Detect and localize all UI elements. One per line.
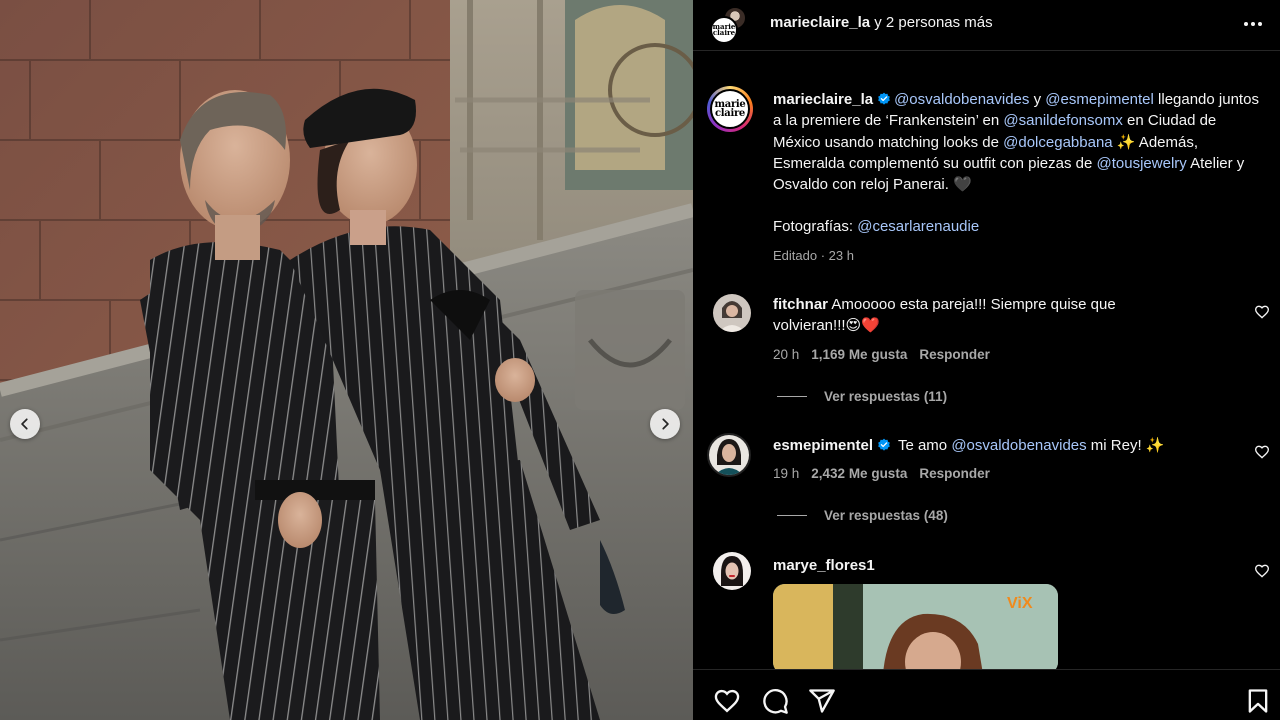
view-replies-button[interactable]: Ver respuestas (11): [777, 389, 947, 404]
chevron-left-icon: [21, 418, 28, 430]
esmepimentel-avatar-image: [709, 435, 749, 475]
comment-username[interactable]: fitchnar: [773, 296, 828, 313]
carousel-prev-button[interactable]: [10, 409, 40, 439]
mention-sanildefonsomx[interactable]: @sanildefonsomx: [1003, 112, 1122, 129]
comment-body: fitchnar Amooooo esta pareja!!! Siempre …: [773, 294, 1183, 336]
comment-meta: 19 h 2,432 Me gusta Responder: [773, 466, 990, 481]
comment-username[interactable]: marye_flores1: [773, 557, 875, 574]
mention-esmepimentel[interactable]: @esmepimentel: [1045, 91, 1154, 108]
comment-gif[interactable]: ViX: [773, 584, 1058, 669]
avatar[interactable]: [707, 433, 751, 477]
marieclaire-logo: marie claire: [715, 100, 746, 119]
comment-likes[interactable]: 1,169 Me gusta: [811, 347, 907, 362]
gif-badge: ViX: [1007, 595, 1033, 612]
gif-image: ViX: [773, 584, 1058, 669]
replies-line: [777, 396, 807, 397]
logo-text-line2: claire: [712, 28, 736, 37]
carousel-next-button[interactable]: [650, 409, 680, 439]
instagram-post-modal: marie claire marieclaire_la y 2 personas…: [0, 0, 1280, 720]
mention-osvaldobenavides[interactable]: @osvaldobenavides: [894, 91, 1029, 108]
header-username[interactable]: marieclaire_la: [770, 14, 870, 31]
post-caption: marieclaire_la @osvaldobenavides y @esmep…: [773, 89, 1263, 238]
comment-heart-icon[interactable]: [1254, 304, 1270, 320]
marieclaire-logo: marie claire: [712, 23, 736, 37]
verified-badge-icon: [878, 438, 890, 451]
post-details-pane: marie claire marieclaire_la y 2 personas…: [693, 0, 1280, 720]
comment-likes[interactable]: 2,432 Me gusta: [811, 466, 907, 481]
mention-tousjewelry[interactable]: @tousjewelry: [1097, 155, 1187, 172]
mention-dolcegabbana[interactable]: @dolcegabbana: [1003, 134, 1112, 151]
logo-text-line2: claire: [715, 108, 745, 119]
view-replies-label: Ver respuestas (11): [824, 389, 948, 404]
comment-heart-icon[interactable]: [1254, 563, 1270, 579]
replies-line: [777, 515, 807, 516]
caption-username[interactable]: marieclaire_la: [773, 91, 873, 108]
photo-scene: [0, 0, 693, 720]
more-options-icon[interactable]: [1241, 14, 1265, 34]
bookmark-icon[interactable]: [1244, 687, 1272, 715]
mention-cesarlarenaudie[interactable]: @cesarlarenaudie: [857, 218, 979, 235]
view-replies-button[interactable]: Ver respuestas (48): [777, 508, 948, 523]
comment-body: esmepimentel Te amo @osvaldobenavides mi…: [773, 435, 1183, 456]
header-others[interactable]: y 2 personas más: [870, 14, 992, 31]
comment-heart-icon[interactable]: [1254, 444, 1270, 460]
comment-icon[interactable]: [761, 687, 789, 715]
heart-icon[interactable]: [713, 687, 741, 715]
comment-meta: 20 h 1,169 Me gusta Responder: [773, 347, 990, 362]
post-photo[interactable]: [0, 0, 693, 720]
caption-meta: Editado · 23 h: [773, 248, 854, 263]
post-header: marie claire marieclaire_la y 2 personas…: [693, 0, 1280, 50]
comment-text-pre: Te amo: [894, 437, 952, 454]
caption-conj: y: [1029, 91, 1046, 108]
mention-osvaldobenavides[interactable]: @osvaldobenavides: [951, 437, 1086, 454]
header-title: marieclaire_la y 2 personas más: [770, 14, 993, 31]
marieclaire-avatar-small: marie claire: [710, 16, 738, 44]
caption-avatar[interactable]: marie claire: [707, 86, 753, 132]
photos-credit-label: Fotografías:: [773, 218, 858, 236]
post-action-bar: [693, 669, 1280, 720]
comments-scroll-area[interactable]: marie claire marieclaire_la @osvaldobenav…: [693, 51, 1280, 669]
reply-button[interactable]: Responder: [919, 347, 990, 362]
fitchnar-avatar-image: [713, 294, 751, 332]
avatar[interactable]: [713, 294, 751, 332]
comment-time: 19 h: [773, 466, 800, 481]
share-icon[interactable]: [808, 687, 836, 715]
comment-username[interactable]: esmepimentel: [773, 437, 873, 454]
marye-flores1-avatar-image: [713, 552, 751, 590]
comment-time: 20 h: [773, 347, 800, 362]
comment-body: marye_flores1: [773, 555, 1183, 576]
comment-text-post: mi Rey! ✨: [1086, 437, 1165, 454]
avatar[interactable]: [713, 552, 751, 590]
verified-badge-icon: [878, 92, 890, 105]
view-replies-label: Ver respuestas (48): [824, 508, 948, 523]
chevron-right-icon: [662, 418, 669, 430]
collab-avatars[interactable]: marie claire: [710, 6, 748, 44]
reply-button[interactable]: Responder: [919, 466, 990, 481]
